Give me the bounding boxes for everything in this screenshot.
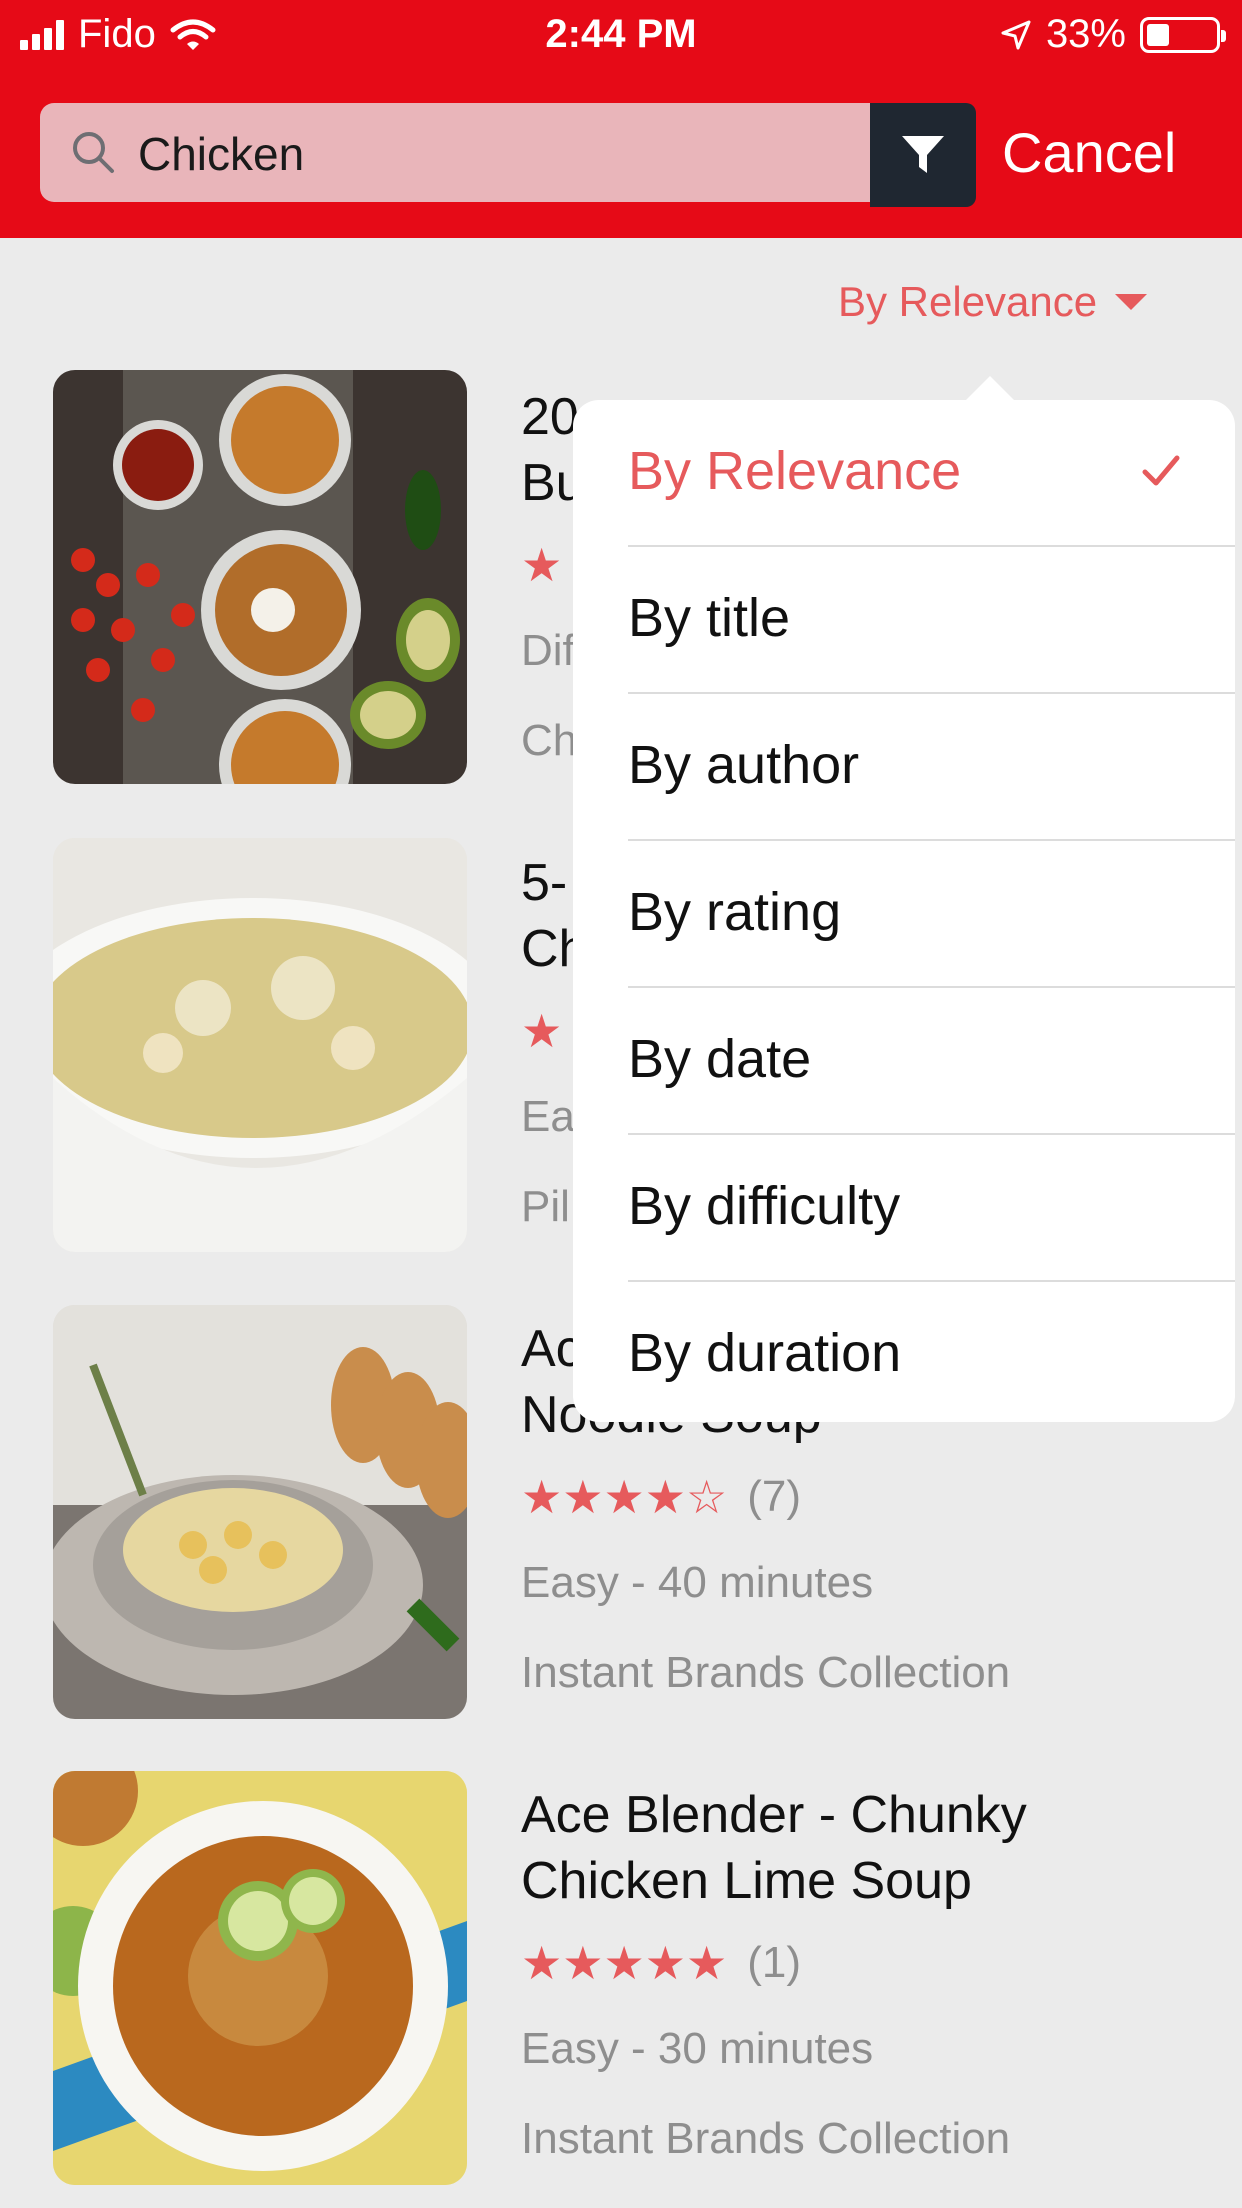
cancel-button[interactable]: Cancel bbox=[1002, 120, 1176, 185]
search-input[interactable]: Chicken bbox=[40, 103, 874, 202]
sort-option-author[interactable]: By author bbox=[573, 694, 1235, 841]
sort-option-relevance[interactable]: By Relevance bbox=[573, 400, 1235, 547]
sort-option-title[interactable]: By title bbox=[573, 547, 1235, 694]
recipe-image[interactable] bbox=[53, 1305, 467, 1719]
recipe-collection: Instant Brands Collection bbox=[521, 2114, 1011, 2163]
sort-option-date[interactable]: By date bbox=[573, 988, 1235, 1135]
chicken-rice-photo bbox=[53, 838, 467, 1252]
sort-current-label: By Relevance bbox=[838, 278, 1098, 325]
burrito-bowl-photo bbox=[71, 370, 460, 784]
rating-count: (7) bbox=[747, 1472, 801, 1521]
battery-percent: 33% bbox=[1045, 12, 1126, 56]
recipe-info[interactable]: Ace Blender - Chunky Chicken Lime Soup ★… bbox=[521, 1782, 1221, 2164]
recipe-image[interactable] bbox=[53, 1771, 467, 2185]
stars-icon: ★★★★★ bbox=[521, 1937, 728, 1989]
app-header: Fido 2:44 PM 33% Chicken Cancel bbox=[0, 0, 1242, 238]
star-icon: ★ bbox=[521, 1005, 563, 1057]
recipe-meta: Easy - 40 minutes bbox=[521, 1558, 874, 1607]
sort-option-duration[interactable]: By duration bbox=[573, 1282, 1235, 1422]
recipe-image[interactable] bbox=[53, 370, 467, 784]
sort-option-rating[interactable]: By rating bbox=[573, 841, 1235, 988]
rating-count: (1) bbox=[747, 1938, 801, 1987]
recipe-rating: ★★★★★ (1) bbox=[521, 1936, 1221, 1990]
sort-selector[interactable]: By Relevance bbox=[838, 278, 1148, 326]
search-query: Chicken bbox=[138, 128, 305, 180]
noodle-soup-photo bbox=[53, 1305, 467, 1719]
lime-soup-photo bbox=[53, 1771, 467, 2185]
sort-dropdown: By Relevance By title By author By ratin… bbox=[573, 400, 1235, 1422]
battery-icon bbox=[1140, 16, 1226, 53]
search-icon bbox=[73, 132, 114, 173]
filter-button[interactable] bbox=[870, 103, 976, 207]
recipe-image[interactable] bbox=[53, 838, 467, 1252]
recipe-collection: Instant Brands Collection bbox=[521, 1648, 1011, 1697]
recipe-title: Ace Blender - Chunky Chicken Lime Soup bbox=[521, 1786, 1027, 1910]
sort-option-difficulty[interactable]: By difficulty bbox=[573, 1135, 1235, 1282]
star-icon: ★ bbox=[521, 539, 563, 591]
stars-icon: ★★★★☆ bbox=[521, 1471, 728, 1523]
location-arrow-icon bbox=[1001, 20, 1031, 49]
filter-icon bbox=[902, 136, 944, 173]
recipe-meta: Easy - 30 minutes bbox=[521, 2024, 874, 2073]
caret-down-icon bbox=[1115, 294, 1148, 310]
status-bar: Fido 2:44 PM 33% bbox=[0, 0, 1242, 70]
recipe-rating: ★★★★☆ (7) bbox=[521, 1470, 1221, 1524]
checkmark-icon bbox=[1142, 455, 1180, 486]
